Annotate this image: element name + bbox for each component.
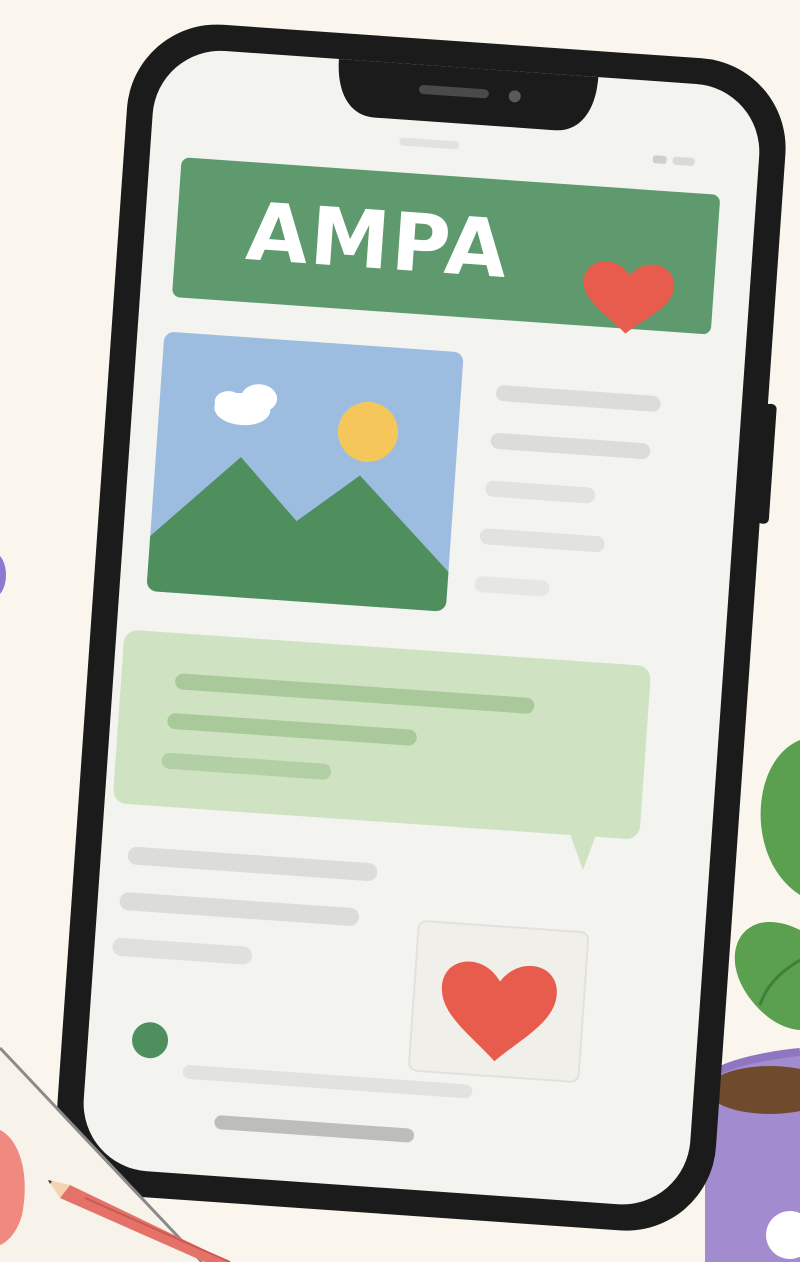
phone: AMPA: [57, 24, 786, 1231]
like-card[interactable]: [408, 920, 590, 1083]
image-card[interactable]: [146, 331, 464, 612]
battery-icon: [672, 156, 695, 166]
phone-illustration: AMPA: [0, 24, 800, 1262]
plant-leaf: [760, 740, 800, 895]
illustration-scene: AMPA: [0, 0, 800, 1262]
signal-icon: [652, 155, 667, 164]
app-title: AMPA: [243, 185, 512, 296]
plant: [734, 740, 800, 1030]
background-blob: [0, 555, 6, 595]
plant-leaf: [734, 921, 800, 1030]
